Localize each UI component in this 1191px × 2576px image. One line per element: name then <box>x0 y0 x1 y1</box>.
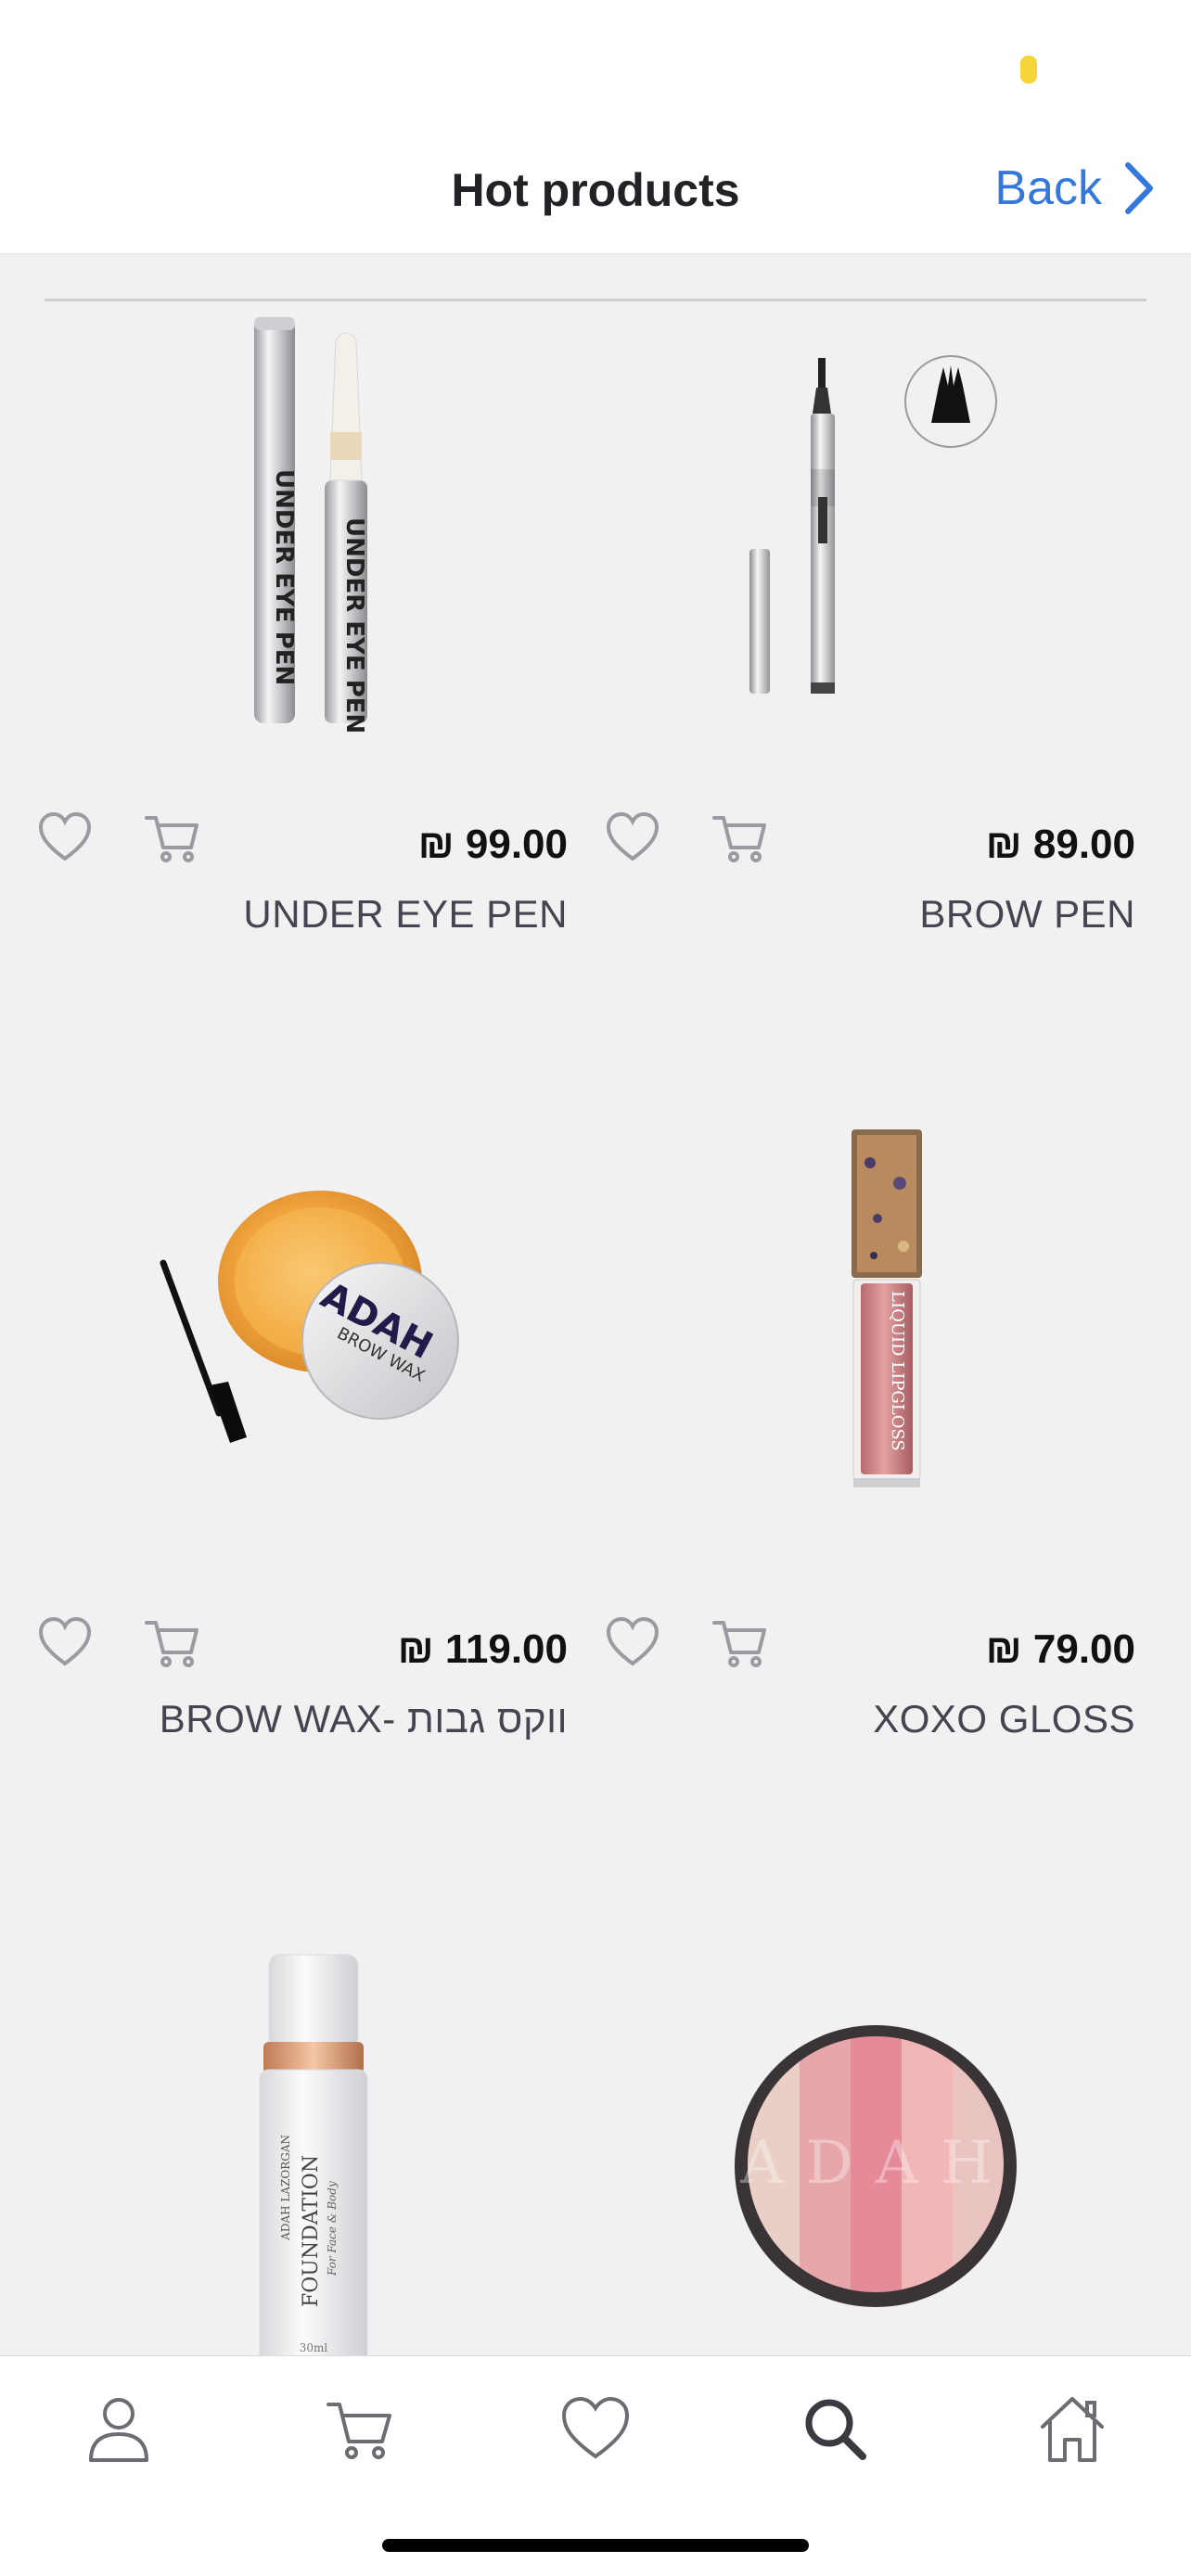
product-price: ₪ 99.00 <box>417 822 568 867</box>
image-text: For Face & Body <box>326 2181 339 2276</box>
product-card[interactable]: LIQUID LIPGLOSS ₪ 79.00 XOXO GLOSS <box>568 1107 1135 1886</box>
status-indicator <box>1020 56 1037 83</box>
product-name[interactable]: XOXO GLOSS <box>873 1697 1135 1741</box>
back-button[interactable]: Back <box>994 159 1158 217</box>
product-name[interactable]: BROW PEN <box>919 892 1135 937</box>
cart-icon[interactable] <box>711 810 768 864</box>
product-image[interactable]: ADAH <box>568 1912 1135 2376</box>
cart-icon[interactable] <box>143 1615 200 1669</box>
cart-icon[interactable] <box>143 810 200 864</box>
status-bar <box>0 0 1191 139</box>
cart-icon[interactable] <box>711 1615 768 1669</box>
product-name[interactable]: BROW WAX- ווקס גבות <box>160 1697 568 1741</box>
heart-icon[interactable] <box>558 2391 633 2466</box>
heart-icon[interactable] <box>605 810 660 864</box>
home-icon[interactable] <box>1035 2391 1109 2466</box>
image-text: ADAH <box>739 2129 1015 2198</box>
back-label: Back <box>994 161 1102 215</box>
image-text: LIQUID LIPGLOSS <box>888 1291 907 1451</box>
heart-icon[interactable] <box>37 810 93 864</box>
home-indicator <box>382 2539 809 2552</box>
navigation-bar: Hot products Back <box>0 139 1191 254</box>
product-image[interactable] <box>568 302 1135 766</box>
heart-icon[interactable] <box>37 1615 93 1669</box>
person-icon[interactable] <box>82 2391 156 2466</box>
image-text: ADAH LAZORGAN <box>279 2135 292 2241</box>
image-text: 30ml <box>300 2341 328 2354</box>
product-image[interactable]: UNDER EYE PEN UNDER EYE PEN <box>0 302 568 766</box>
divider <box>45 299 1146 301</box>
svg-text:UNDER EYE PEN: UNDER EYE PEN <box>340 517 368 733</box>
product-price: ₪ 89.00 <box>985 822 1135 867</box>
product-name[interactable]: UNDER EYE PEN <box>243 892 568 937</box>
product-card[interactable]: ADAH BROW WAX ₪ 119.00 BROW WAX- ווקס גב… <box>0 1107 568 1886</box>
product-image[interactable]: ADAH BROW WAX <box>0 1107 568 1571</box>
image-text: FOUNDATION <box>300 2155 323 2307</box>
svg-text:UNDER EYE PEN: UNDER EYE PEN <box>270 469 298 685</box>
product-image[interactable]: LIQUID LIPGLOSS <box>568 1107 1135 1571</box>
search-icon[interactable] <box>798 2391 872 2466</box>
product-price: ₪ 119.00 <box>397 1626 568 1672</box>
product-card[interactable]: ₪ 89.00 BROW PEN <box>568 302 1135 1081</box>
cart-icon[interactable] <box>321 2391 395 2466</box>
heart-icon[interactable] <box>605 1615 660 1669</box>
product-price: ₪ 79.00 <box>985 1626 1135 1672</box>
chevron-right-icon <box>1125 162 1153 214</box>
product-image[interactable]: ADAH LAZORGAN FOUNDATION For Face & Body… <box>0 1912 568 2376</box>
product-card[interactable]: UNDER EYE PEN UNDER EYE PEN ₪ 99.00 UNDE… <box>0 302 568 1081</box>
